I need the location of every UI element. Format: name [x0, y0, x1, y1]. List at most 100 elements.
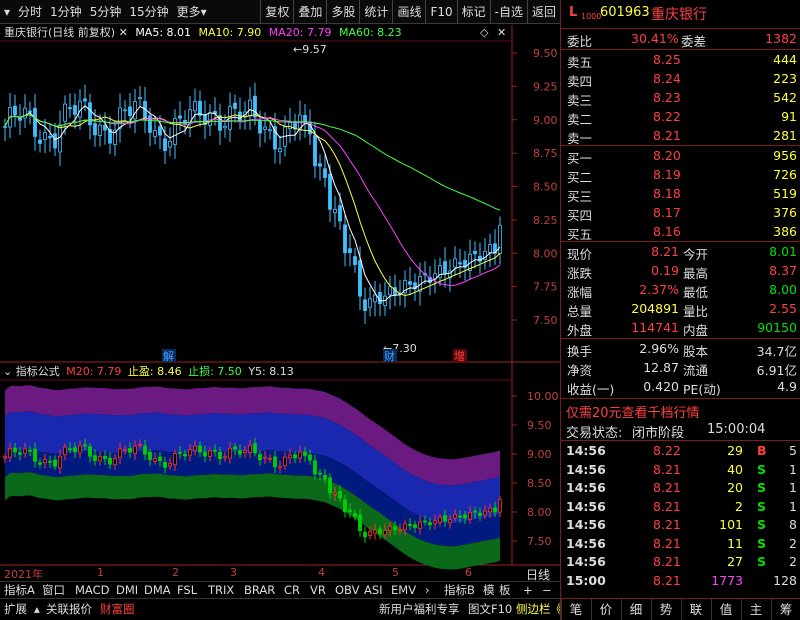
indicator-tab[interactable]: ASI — [362, 582, 385, 599]
candle-body — [223, 125, 227, 129]
bid-row[interactable]: 买二 8.19 726 — [561, 166, 800, 185]
quote-tab[interactable]: 主 — [741, 599, 770, 620]
depth-promo[interactable]: 仅需20元查看千档行情 — [561, 401, 800, 421]
lower-candle-body — [423, 520, 427, 523]
remove-icon[interactable]: − — [540, 582, 554, 599]
bid-row[interactable]: 买四 8.17 376 — [561, 204, 800, 223]
marker-unlock[interactable]: 解 — [163, 349, 174, 363]
sidebar-tab[interactable]: 侧边栏《 — [514, 601, 564, 618]
ask-price: 8.25 — [653, 52, 681, 67]
indicator-tab[interactable]: OBV — [333, 582, 361, 599]
indicator-tab[interactable]: MACD — [73, 582, 111, 599]
quote-tab[interactable]: 值 — [711, 599, 740, 620]
indicator-tab[interactable]: EMV — [389, 582, 418, 599]
marker-increase[interactable]: 增 — [454, 349, 465, 363]
new-user-promo[interactable]: 新用户福利专享 — [377, 601, 462, 618]
toolbar-15min[interactable]: 15分钟 — [125, 0, 172, 24]
indicator-tab[interactable]: CR — [282, 582, 302, 599]
toolbar-5min[interactable]: 5分钟 — [86, 0, 126, 24]
kline-chart[interactable]: 9.50 9.25 9.00 8.75 8.50 8.25 8.00 7.75 7.50 10.… — [0, 25, 560, 582]
toolbar-back[interactable]: 返回 — [526, 0, 560, 24]
lower-candle-body — [388, 526, 392, 531]
tick-volume: 101 — [719, 517, 743, 532]
toolbar-1min[interactable]: 1分钟 — [46, 0, 86, 24]
toolbar-multi[interactable]: 多股 — [326, 0, 359, 24]
toolbar-mark[interactable]: 标记 — [456, 0, 490, 24]
toolbar-adjust[interactable]: 复权 — [260, 0, 293, 24]
tick-row: 15:00 8.21 1773 128 — [561, 572, 800, 591]
lower-candle-body — [268, 457, 272, 460]
f10-tab[interactable]: 图文F10 — [466, 601, 514, 618]
ask-row[interactable]: 卖三 8.23 542 — [561, 89, 800, 108]
candle-body — [73, 105, 77, 115]
pane-close-icon[interactable]: ✕ — [497, 25, 506, 41]
toolbar-stats[interactable]: 统计 — [359, 0, 392, 24]
indicator-tab[interactable]: DMA — [142, 582, 173, 599]
trade-status-label: 交易状态: — [566, 426, 623, 441]
indicator-tab[interactable]: 窗口 — [40, 582, 67, 599]
chevron-down-icon: ▾ — [200, 4, 207, 19]
add-icon[interactable]: + — [521, 582, 535, 599]
indicator-collapse-icon[interactable]: ⌄ — [3, 365, 12, 378]
lower-candle-body — [378, 528, 382, 535]
tick-count: 128 — [773, 572, 797, 588]
indicator-tab-right[interactable]: 板 — [497, 582, 513, 599]
ask-row[interactable]: 卖二 8.22 91 — [561, 108, 800, 127]
trade-status-time: 15:00:04 — [707, 422, 766, 437]
y-tick-label: 9.50 — [527, 419, 552, 432]
toolbar-draw[interactable]: 画线 — [392, 0, 425, 24]
expand-arrow-icon[interactable]: ▴ — [32, 601, 42, 618]
candle-body — [208, 112, 212, 126]
ask-row[interactable]: 卖五 8.25 444 — [561, 51, 800, 70]
tick-row: 14:56 8.21 27 S 2 — [561, 553, 800, 572]
indicator-tab[interactable]: BRAR — [242, 582, 277, 599]
bid-volume: 956 — [773, 148, 797, 163]
toolbar-intraday[interactable]: 分时 — [14, 0, 46, 24]
indicator-tab[interactable]: TRIX — [206, 582, 236, 599]
close-icon[interactable]: ✕ — [119, 26, 128, 39]
bid-row[interactable]: 买一 8.20 956 — [561, 147, 800, 166]
tick-time: 14:56 — [566, 535, 606, 551]
quote-tab[interactable]: 细 — [621, 599, 650, 620]
toolbar-more[interactable]: 更多▾ — [173, 0, 211, 24]
ask-row[interactable]: 卖四 8.24 223 — [561, 70, 800, 89]
marker-finance[interactable]: 财 — [384, 349, 395, 363]
indicator-header: ⌄ 指标公式 M20: 7.79 止盈: 8.46 止损: 7.50 Y5: 8… — [0, 364, 512, 380]
indicator-tab[interactable]: VR — [308, 582, 328, 599]
lower-candle-body — [408, 523, 412, 526]
ask-volume: 281 — [773, 128, 797, 143]
ask-volume: 91 — [781, 109, 797, 124]
fund-value: 2.96% — [639, 341, 679, 356]
period-label[interactable]: 日线 — [526, 566, 550, 583]
quote-tab[interactable]: 价 — [591, 599, 620, 620]
indicator-tab-right[interactable]: 指标B — [442, 582, 477, 599]
quote-tab[interactable]: 联 — [681, 599, 710, 620]
quote-tab[interactable]: 笔 — [561, 599, 590, 620]
indicator-tab[interactable]: DMI — [114, 582, 140, 599]
toolbar-overlay[interactable]: 叠加 — [293, 0, 326, 24]
candle-body — [3, 126, 7, 128]
collapse-icon[interactable]: ▾ — [0, 0, 14, 24]
bid-row[interactable]: 买三 8.18 519 — [561, 185, 800, 204]
ask-row[interactable]: 卖一 8.21 281 — [561, 127, 800, 146]
candle-body — [408, 281, 412, 285]
quote-tab[interactable]: 势 — [651, 599, 680, 620]
tick-time: 14:56 — [566, 517, 606, 532]
lower-candle-body — [188, 449, 192, 456]
y-tick-label: 8.50 — [527, 477, 552, 490]
lower-candle-body — [418, 521, 422, 529]
quote-tab[interactable]: 筹 — [771, 599, 800, 620]
settings-diamond-icon[interactable]: ◇ — [480, 25, 488, 41]
wealth-circle-tab[interactable]: 财富圈 — [98, 601, 137, 618]
indicator-tab[interactable]: 指标A — [2, 582, 37, 599]
expand-tab[interactable]: 扩展 — [2, 601, 29, 618]
toolbar-watchlist[interactable]: -自选 — [489, 0, 527, 24]
bid-row[interactable]: 买五 8.16 386 — [561, 223, 800, 242]
indicator-title[interactable]: 指标公式 — [16, 365, 60, 378]
indicator-tab[interactable]: FSL — [175, 582, 199, 599]
related-quote-tab[interactable]: 关联报价 — [44, 601, 94, 618]
tick-volume: 40 — [727, 461, 743, 477]
indicator-tab-right[interactable]: 模 — [481, 582, 497, 599]
toolbar-f10[interactable]: F10 — [425, 0, 456, 24]
tabs-next-icon[interactable]: › — [423, 582, 432, 599]
